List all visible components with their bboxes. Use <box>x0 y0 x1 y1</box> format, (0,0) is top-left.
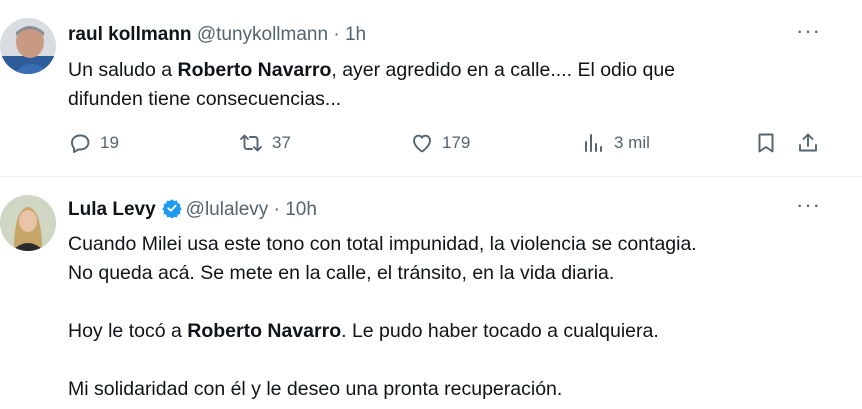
tweet-lula-levy[interactable]: Lula Levy @lulalevy · 10h ··· Cuando Mile… <box>0 177 862 409</box>
tweet-header: raul kollmann @tunykollmann · 1h <box>68 24 366 46</box>
timestamp[interactable]: 10h <box>285 199 317 220</box>
like-count: 179 <box>442 133 471 152</box>
repost-count: 37 <box>272 133 291 152</box>
verified-badge-icon <box>161 198 182 224</box>
repost-button[interactable]: 37 <box>238 131 291 155</box>
more-options-icon[interactable]: ··· <box>796 194 820 220</box>
reply-count: 19 <box>100 133 119 152</box>
mention-bold: Roberto Navarro <box>177 59 332 81</box>
views-count: 3 mil <box>614 133 650 152</box>
tweet-raul-kollmann[interactable]: raul kollmann @tunykollmann · 1h ··· Un … <box>0 0 862 176</box>
bookmark-button[interactable] <box>754 131 778 155</box>
display-name[interactable]: raul kollmann <box>68 24 192 45</box>
tweet-line: Mi solidaridad con él y le deseo una pro… <box>68 378 563 400</box>
views-icon <box>585 134 602 152</box>
separator-dot: · <box>328 24 345 45</box>
separator-dot: · <box>268 199 286 220</box>
tweet-line: Un saludo a Roberto Navarro, ayer agredi… <box>68 59 676 81</box>
avatar-lula-levy[interactable] <box>0 195 56 251</box>
reply-icon <box>71 134 90 153</box>
tweet-header: Lula Levy @lulalevy · 10h <box>68 198 317 224</box>
handle[interactable]: @lulalevy <box>186 199 269 220</box>
action-bar: 19 37 179 3 mil <box>68 131 828 157</box>
display-name[interactable]: Lula Levy <box>68 199 156 220</box>
like-button[interactable]: 179 <box>410 131 470 155</box>
bookmark-icon <box>758 133 774 153</box>
mention-bold: Roberto Navarro <box>187 320 342 342</box>
tweet-text: Un saludo a Roberto Navarro, ayer agredi… <box>68 56 675 114</box>
handle[interactable]: @tunykollmann <box>197 24 328 45</box>
share-icon <box>799 133 817 152</box>
timestamp[interactable]: 1h <box>345 24 366 45</box>
tweet-line: Cuando Milei usa este tono con total imp… <box>68 233 697 255</box>
tweet-line: Hoy le tocó a Roberto Navarro. Le pudo h… <box>68 320 659 342</box>
reply-button[interactable]: 19 <box>68 131 119 155</box>
repost-icon <box>240 134 262 152</box>
heart-icon <box>413 134 431 153</box>
tweet-text: Cuando Milei usa este tono con total imp… <box>68 230 697 404</box>
views-button[interactable]: 3 mil <box>582 131 650 155</box>
more-options-icon[interactable]: ··· <box>796 20 820 46</box>
tweet-line: No queda acá. Se mete en la calle, el tr… <box>68 262 615 284</box>
avatar-raul-kollmann[interactable] <box>0 18 56 74</box>
tweet-line: difunden tiene consecuencias... <box>68 88 342 110</box>
share-button[interactable] <box>796 131 820 155</box>
